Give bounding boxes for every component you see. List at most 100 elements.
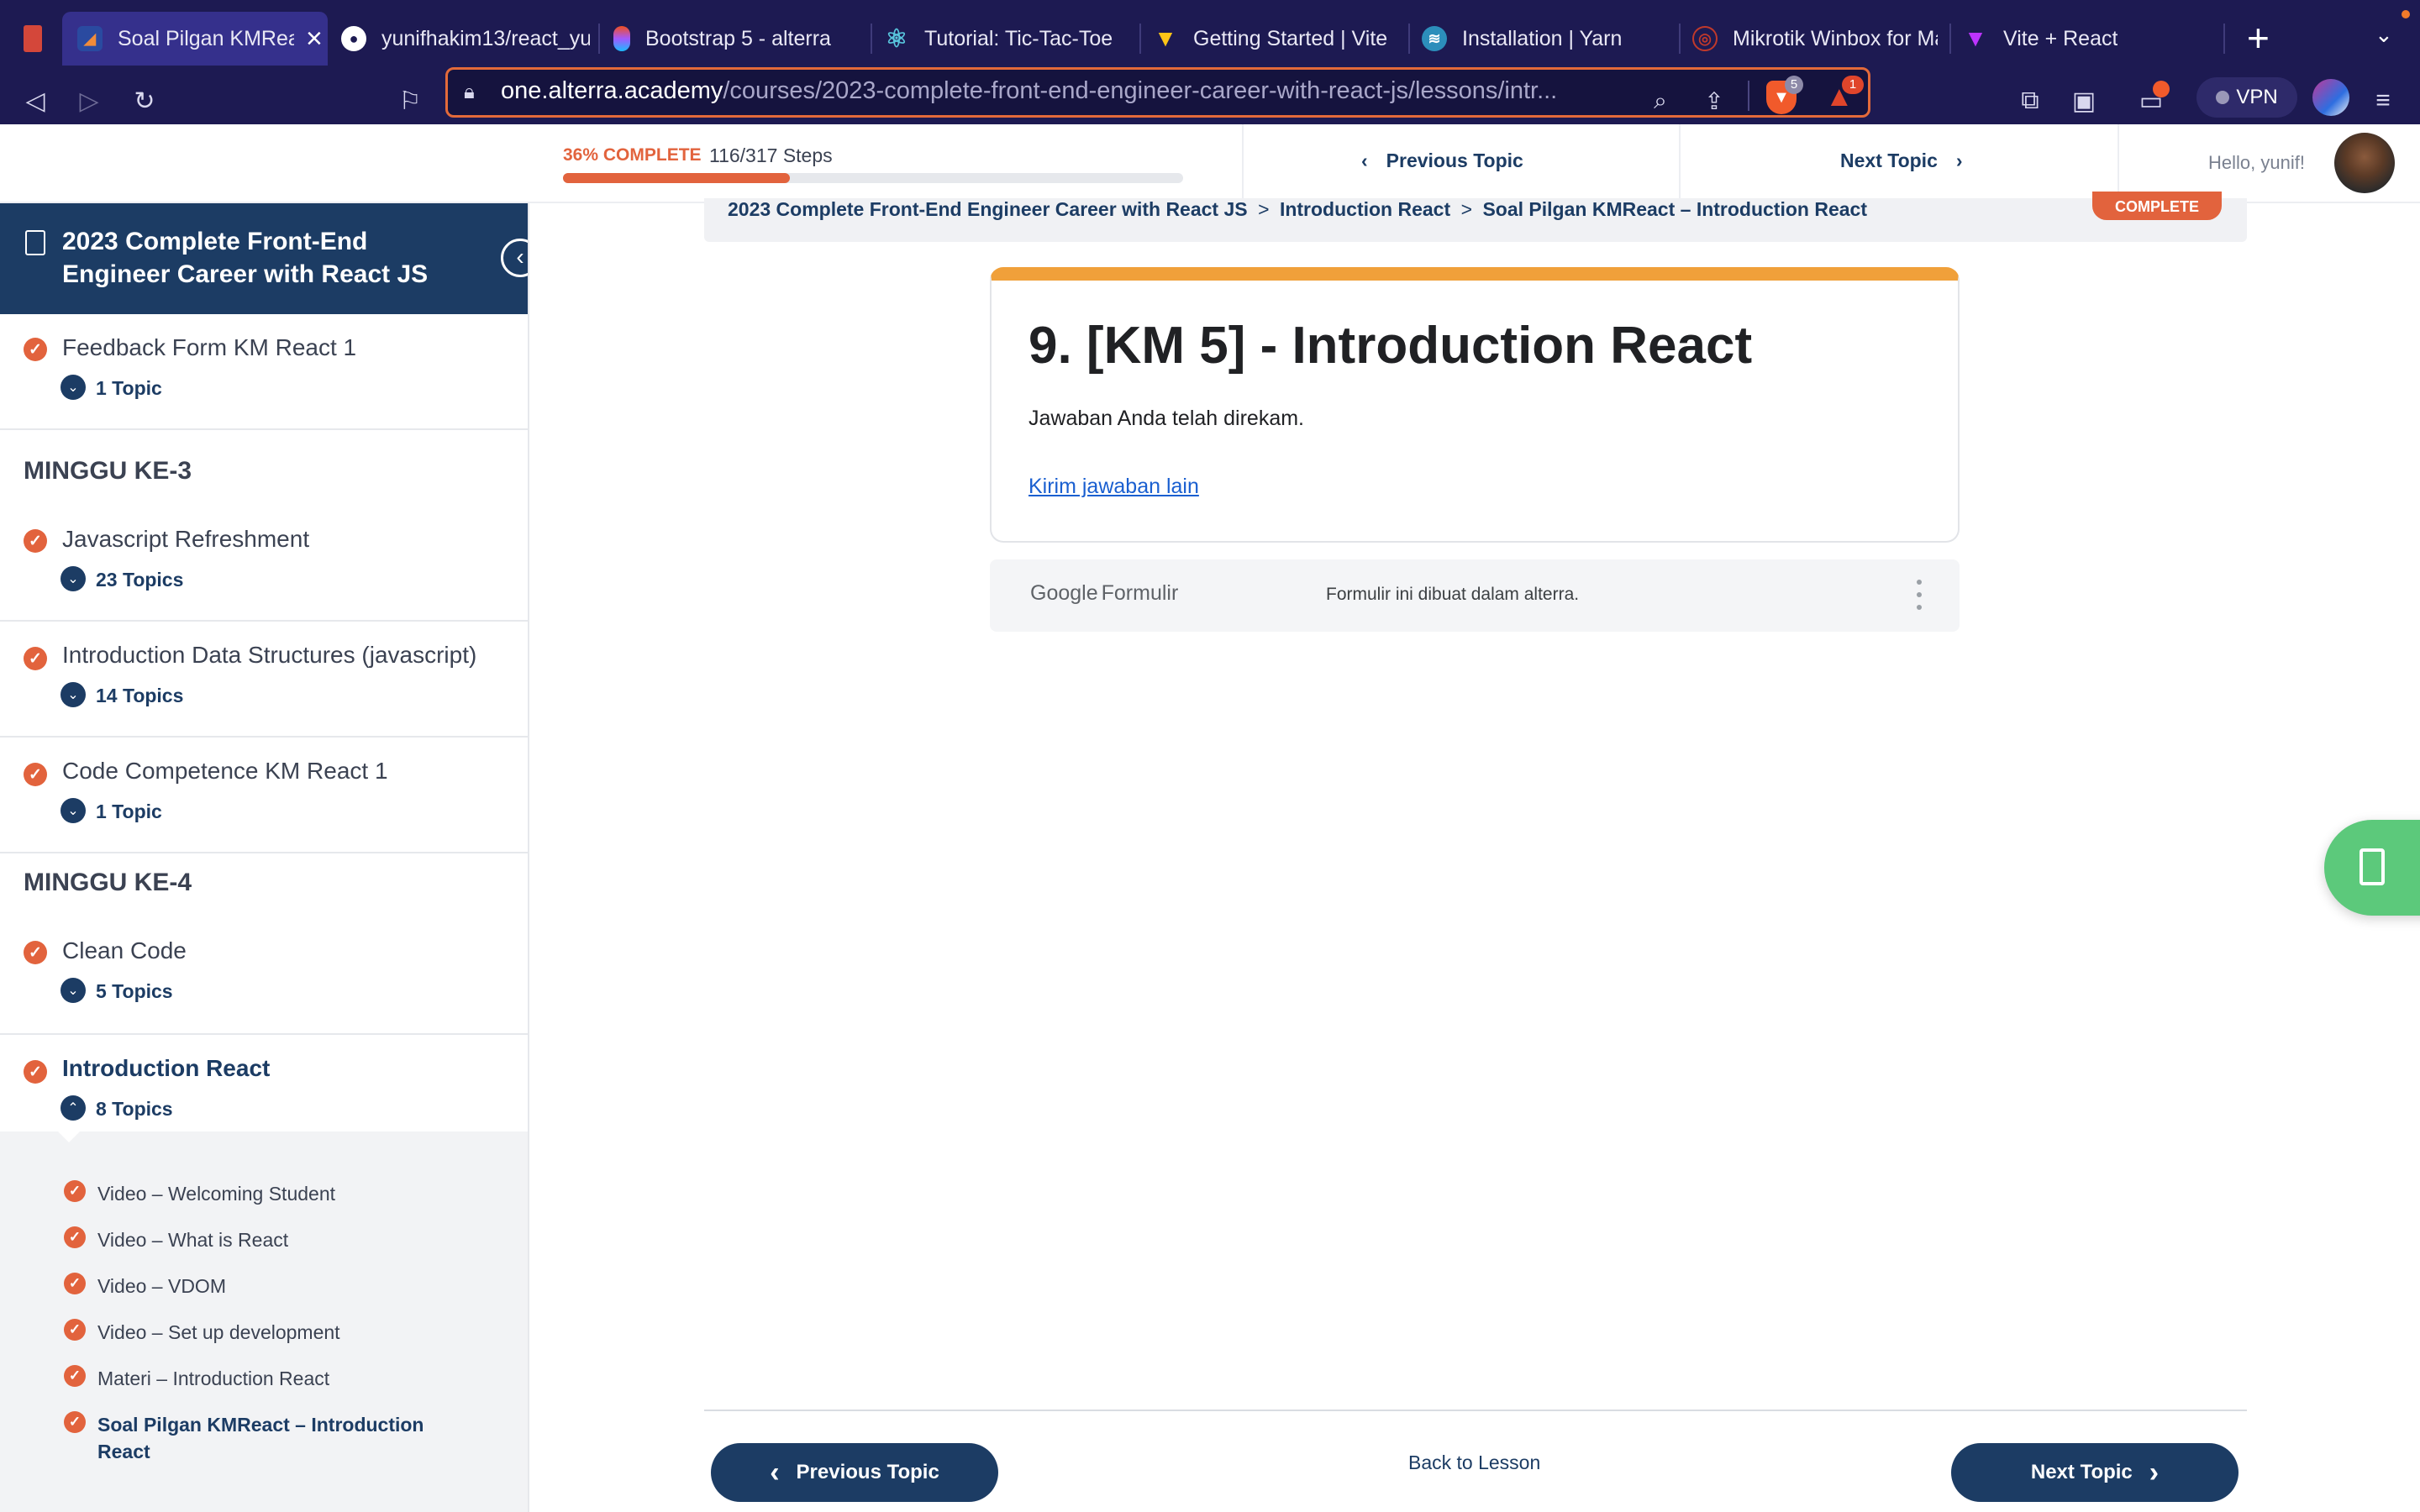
yarn-icon: ≋ xyxy=(1422,26,1447,51)
tab-label: Tutorial: Tic-Tac-Toe xyxy=(924,26,1113,50)
google-forms-logo: Google Formulir xyxy=(1030,581,1178,606)
expand-chevron-icon[interactable]: ⌄ xyxy=(60,375,86,400)
tab-label: Installation | Yarn xyxy=(1462,26,1623,50)
reload-icon[interactable]: ↻ xyxy=(124,81,165,121)
bookmark-icon[interactable]: ⚐ xyxy=(390,81,430,121)
collapse-chevron-icon[interactable]: ⌃ xyxy=(60,1095,86,1121)
extensions-icon[interactable]: ⧉ xyxy=(2010,81,2050,121)
chevron-left-icon: ‹ xyxy=(770,1457,780,1488)
tab-tic-tac-toe[interactable]: ⚛ Tutorial: Tic-Tac-Toe xyxy=(884,12,1133,66)
user-avatar[interactable] xyxy=(2334,133,2395,193)
topic-count: 14 Topics xyxy=(96,685,184,706)
floating-chat-button[interactable] xyxy=(2324,820,2420,916)
form-footer-note: Formulir ini dibuat dalam alterra. xyxy=(1326,585,1580,604)
vite-icon: ▼ xyxy=(1964,25,1987,51)
footer-prev-label: Previous Topic xyxy=(796,1461,939,1483)
lesson-item-clean-code[interactable]: ✓ Clean Code ⌄ 5 Topics xyxy=(0,921,528,1035)
mikrotik-icon: ◎ xyxy=(1692,26,1718,51)
sidebar-collapse-button[interactable]: ‹ xyxy=(501,239,528,277)
menu-icon[interactable]: ≡ xyxy=(2363,81,2403,121)
subtopic-item[interactable]: ✓ Video – VDOM xyxy=(64,1273,226,1299)
lesson-item-code-competence[interactable]: ✓ Code Competence KM React 1 ⌄ 1 Topic xyxy=(0,738,528,853)
tab-list-chevron-icon[interactable]: ⌄ xyxy=(2375,22,2393,48)
vite-icon: ▼ xyxy=(1154,25,1177,51)
breadcrumb-course[interactable]: 2023 Complete Front-End Engineer Career … xyxy=(728,198,1248,220)
subtopic-item[interactable]: ✓ Video – Set up development xyxy=(64,1319,340,1346)
chevron-right-icon: › xyxy=(1955,150,1963,171)
subtopic-item[interactable]: ✓ Materi – Introduction React xyxy=(64,1365,329,1392)
subtopic-item[interactable]: ✓ Video – What is React xyxy=(64,1226,288,1253)
subtopic-label: Video – VDOM xyxy=(97,1275,226,1297)
topic-count: 1 Topic xyxy=(96,801,162,822)
footer-next-label: Next Topic xyxy=(2030,1461,2133,1483)
tab-soal-pilgan[interactable]: ◢ Soal Pilgan KMReact – Introduction Rea… xyxy=(62,12,328,66)
subtopic-label: Materi – Introduction React xyxy=(97,1368,330,1389)
tab-vite-start[interactable]: ▼ Getting Started | Vite xyxy=(1153,12,1402,66)
expand-chevron-icon[interactable]: ⌄ xyxy=(60,566,86,591)
subtopic-pointer xyxy=(57,1131,81,1142)
lesson-item-data-structures[interactable]: ✓ Introduction Data Structures (javascri… xyxy=(0,622,528,738)
chevron-right-icon: › xyxy=(2149,1457,2160,1488)
tab-yarn[interactable]: ≋ Installation | Yarn xyxy=(1422,12,1670,66)
tab-vite-react[interactable]: ▼ Vite + React xyxy=(1963,12,2212,66)
tab-mikrotik[interactable]: ◎ Mikrotik Winbox for Mac xyxy=(1692,12,1941,66)
url-text[interactable]: one.alterra.academy/courses/2023-complet… xyxy=(501,77,1627,105)
share-icon[interactable]: ⇪ xyxy=(1694,81,1734,121)
footer-prev-topic-button[interactable]: ‹ Previous Topic xyxy=(711,1443,998,1502)
submit-another-link[interactable]: Kirim jawaban lain xyxy=(1028,475,1199,499)
close-tab-icon[interactable]: × xyxy=(306,23,323,55)
google-form-card: 9. [KM 5] - Introduction React Jawaban A… xyxy=(990,267,1960,543)
week-heading: MINGGU KE-3 xyxy=(24,457,192,485)
tab-bootstrap[interactable]: Bootstrap 5 - alterra xyxy=(613,12,862,66)
github-icon: ● xyxy=(341,26,366,51)
subtopic-item[interactable]: ✓ Video – Welcoming Student xyxy=(64,1180,335,1207)
breadcrumb-lesson[interactable]: Introduction React xyxy=(1280,198,1450,220)
completed-check-icon: ✓ xyxy=(24,941,47,964)
progress-percent: 36% COMPLETE xyxy=(563,145,702,165)
breadcrumb-separator: > xyxy=(1258,198,1270,220)
expand-chevron-icon[interactable]: ⌄ xyxy=(60,682,86,707)
figma-icon xyxy=(613,26,630,51)
header-prev-topic[interactable]: ‹ Previous Topic xyxy=(1361,150,1523,172)
completed-check-icon: ✓ xyxy=(24,1060,47,1084)
topic-count: 1 Topic xyxy=(96,377,162,399)
subtopic-list: ✓ Video – Welcoming Student ✓ Video – Wh… xyxy=(0,1131,528,1512)
user-greeting: Hello, yunif! xyxy=(2208,152,2305,173)
brave-shield-badge: 5 xyxy=(1785,76,1803,94)
course-doc-icon xyxy=(25,230,45,255)
back-to-lesson-link[interactable]: Back to Lesson xyxy=(1408,1452,1540,1474)
completed-check-icon: ✓ xyxy=(64,1411,86,1433)
tab-label: Getting Started | Vite xyxy=(1193,26,1388,50)
lesson-title: Clean Code xyxy=(62,937,187,963)
subtopic-label: Video – What is React xyxy=(97,1229,289,1251)
progress-track xyxy=(563,173,1183,183)
lesson-item-introduction-react[interactable]: ✓ Introduction React ⌃ 8 Topics xyxy=(0,1035,528,1132)
profile-avatar-icon[interactable] xyxy=(2312,79,2349,116)
lesson-item-javascript-refreshment[interactable]: ✓ Javascript Refreshment ⌄ 23 Topics xyxy=(0,509,528,622)
lesson-title: Javascript Refreshment xyxy=(62,526,310,552)
zoom-icon[interactable]: ⌕ xyxy=(1640,81,1681,121)
new-tab-button[interactable]: + xyxy=(2247,15,2270,60)
back-icon[interactable]: ◁ xyxy=(15,81,55,121)
sidebar-course-header: 2023 Complete Front-End Engineer Career … xyxy=(0,203,528,314)
subtopic-label: Soal Pilgan KMReact – Introduction React xyxy=(97,1414,424,1462)
completed-check-icon: ✓ xyxy=(24,647,47,670)
header-next-topic[interactable]: Next Topic › xyxy=(1840,150,1963,172)
vpn-button[interactable]: VPN xyxy=(2196,77,2297,118)
breadcrumb: 2023 Complete Front-End Engineer Career … xyxy=(704,192,2247,242)
tab-github[interactable]: ● yunifhakim13/react_yunif xyxy=(341,12,590,66)
sidebar-toggle-icon[interactable] xyxy=(24,25,42,52)
subtopic-item-current[interactable]: ✓ Soal Pilgan KMReact – Introduction Rea… xyxy=(64,1411,467,1465)
more-options-icon[interactable] xyxy=(1916,580,1923,610)
footer-next-topic-button[interactable]: Next Topic › xyxy=(1951,1443,2238,1502)
expand-chevron-icon[interactable]: ⌄ xyxy=(60,798,86,823)
sidebar-panel-icon[interactable]: ▣ xyxy=(2064,81,2104,121)
expand-chevron-icon[interactable]: ⌄ xyxy=(60,978,86,1003)
lesson-item-feedback-form[interactable]: ✓ Feedback Form KM React 1 ⌄ 1 Topic xyxy=(0,314,528,430)
completed-check-icon: ✓ xyxy=(64,1365,86,1387)
week-heading: MINGGU KE-4 xyxy=(24,869,192,896)
completed-check-icon: ✓ xyxy=(64,1180,86,1202)
notification-dot xyxy=(2402,10,2410,18)
forward-icon[interactable]: ▷ xyxy=(69,81,109,121)
completed-check-icon: ✓ xyxy=(64,1273,86,1294)
